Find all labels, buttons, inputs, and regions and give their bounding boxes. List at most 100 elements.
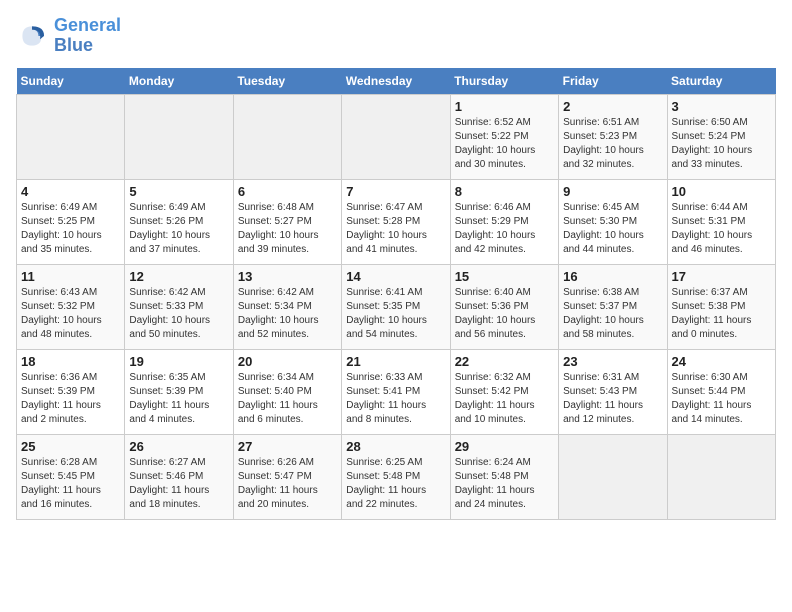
day-info: Sunrise: 6:48 AM Sunset: 5:27 PM Dayligh… (238, 201, 337, 257)
day-number: 6 (238, 184, 337, 199)
calendar-cell: 12 Sunrise: 6:42 AM Sunset: 5:33 PM Dayli… (125, 264, 233, 349)
calendar-week-row: 11 Sunrise: 6:43 AM Sunset: 5:32 PM Dayli… (17, 264, 776, 349)
day-of-week-header: Friday (559, 68, 667, 95)
day-info: Sunrise: 6:47 AM Sunset: 5:28 PM Dayligh… (346, 201, 445, 257)
day-info: Sunrise: 6:25 AM Sunset: 5:48 PM Dayligh… (346, 456, 445, 512)
calendar-cell (559, 434, 667, 519)
calendar-cell: 16Sunrise: 6:38 AM Sunset: 5:37 PM Dayli… (559, 264, 667, 349)
day-number: 14 (346, 269, 445, 284)
day-number: 18 (21, 354, 120, 369)
calendar-cell: 3 Sunrise: 6:50 AM Sunset: 5:24 PM Daylig… (667, 94, 775, 179)
calendar-cell (17, 94, 125, 179)
logo: General Blue (16, 16, 121, 56)
day-info: Sunrise: 6:51 AM Sunset: 5:23 PM Dayligh… (563, 116, 662, 172)
calendar-cell: 25 Sunrise: 6:28 AM Sunset: 5:45 PM Dayli… (17, 434, 125, 519)
calendar-cell: 26 Sunrise: 6:27 AM Sunset: 5:46 PM Dayli… (125, 434, 233, 519)
calendar-cell: 24 Sunrise: 6:30 AM Sunset: 5:44 PM Dayli… (667, 349, 775, 434)
day-info: Sunrise: 6:34 AM Sunset: 5:40 PM Dayligh… (238, 371, 337, 427)
calendar-cell: 7 Sunrise: 6:47 AM Sunset: 5:28 PM Daylig… (342, 179, 450, 264)
calendar-cell: 9 Sunrise: 6:45 AM Sunset: 5:30 PM Daylig… (559, 179, 667, 264)
day-info: Sunrise: 6:28 AM Sunset: 5:45 PM Dayligh… (21, 456, 120, 512)
calendar-cell (342, 94, 450, 179)
day-number: 8 (455, 184, 554, 199)
day-info: Sunrise: 6:46 AM Sunset: 5:29 PM Dayligh… (455, 201, 554, 257)
day-info: Sunrise: 6:26 AM Sunset: 5:47 PM Dayligh… (238, 456, 337, 512)
calendar-header-row: SundayMondayTuesdayWednesdayThursdayFrid… (17, 68, 776, 95)
calendar-cell: 17 Sunrise: 6:37 AM Sunset: 5:38 PM Dayli… (667, 264, 775, 349)
page-header: General Blue (16, 16, 776, 56)
calendar-cell: 27Sunrise: 6:26 AM Sunset: 5:47 PM Dayli… (233, 434, 341, 519)
day-info: Sunrise: 6:44 AM Sunset: 5:31 PM Dayligh… (672, 201, 771, 257)
day-number: 1 (455, 99, 554, 114)
calendar-cell: 28Sunrise: 6:25 AM Sunset: 5:48 PM Dayli… (342, 434, 450, 519)
day-info: Sunrise: 6:50 AM Sunset: 5:24 PM Dayligh… (672, 116, 771, 172)
day-of-week-header: Saturday (667, 68, 775, 95)
calendar-cell: 22 Sunrise: 6:32 AM Sunset: 5:42 PM Dayli… (450, 349, 558, 434)
logo-text: General Blue (54, 16, 121, 56)
calendar-cell: 13 Sunrise: 6:42 AM Sunset: 5:34 PM Dayli… (233, 264, 341, 349)
day-number: 22 (455, 354, 554, 369)
day-number: 29 (455, 439, 554, 454)
day-number: 17 (672, 269, 771, 284)
calendar-cell (667, 434, 775, 519)
calendar-table: SundayMondayTuesdayWednesdayThursdayFrid… (16, 68, 776, 520)
day-info: Sunrise: 6:27 AM Sunset: 5:46 PM Dayligh… (129, 456, 228, 512)
day-of-week-header: Wednesday (342, 68, 450, 95)
day-number: 26 (129, 439, 228, 454)
day-info: Sunrise: 6:30 AM Sunset: 5:44 PM Dayligh… (672, 371, 771, 427)
day-of-week-header: Monday (125, 68, 233, 95)
day-info: Sunrise: 6:43 AM Sunset: 5:32 PM Dayligh… (21, 286, 120, 342)
day-info: Sunrise: 6:42 AM Sunset: 5:34 PM Dayligh… (238, 286, 337, 342)
day-info: Sunrise: 6:41 AM Sunset: 5:35 PM Dayligh… (346, 286, 445, 342)
day-info: Sunrise: 6:37 AM Sunset: 5:38 PM Dayligh… (672, 286, 771, 342)
calendar-cell (233, 94, 341, 179)
calendar-cell (125, 94, 233, 179)
calendar-cell: 29 Sunrise: 6:24 AM Sunset: 5:48 PM Dayli… (450, 434, 558, 519)
day-info: Sunrise: 6:38 AM Sunset: 5:37 PM Dayligh… (563, 286, 662, 342)
calendar-week-row: 18 Sunrise: 6:36 AM Sunset: 5:39 PM Dayli… (17, 349, 776, 434)
calendar-cell: 23 Sunrise: 6:31 AM Sunset: 5:43 PM Dayli… (559, 349, 667, 434)
day-number: 19 (129, 354, 228, 369)
calendar-cell: 15Sunrise: 6:40 AM Sunset: 5:36 PM Dayli… (450, 264, 558, 349)
calendar-week-row: 1Sunrise: 6:52 AM Sunset: 5:22 PM Daylig… (17, 94, 776, 179)
day-number: 21 (346, 354, 445, 369)
day-number: 3 (672, 99, 771, 114)
day-number: 23 (563, 354, 662, 369)
day-number: 12 (129, 269, 228, 284)
calendar-week-row: 25 Sunrise: 6:28 AM Sunset: 5:45 PM Dayli… (17, 434, 776, 519)
day-info: Sunrise: 6:32 AM Sunset: 5:42 PM Dayligh… (455, 371, 554, 427)
day-number: 9 (563, 184, 662, 199)
day-number: 25 (21, 439, 120, 454)
day-number: 2 (563, 99, 662, 114)
day-info: Sunrise: 6:40 AM Sunset: 5:36 PM Dayligh… (455, 286, 554, 342)
day-info: Sunrise: 6:49 AM Sunset: 5:25 PM Dayligh… (21, 201, 120, 257)
day-number: 13 (238, 269, 337, 284)
day-number: 5 (129, 184, 228, 199)
calendar-cell: 19 Sunrise: 6:35 AM Sunset: 5:39 PM Dayli… (125, 349, 233, 434)
day-info: Sunrise: 6:33 AM Sunset: 5:41 PM Dayligh… (346, 371, 445, 427)
day-info: Sunrise: 6:42 AM Sunset: 5:33 PM Dayligh… (129, 286, 228, 342)
calendar-cell: 10 Sunrise: 6:44 AM Sunset: 5:31 PM Dayli… (667, 179, 775, 264)
day-number: 20 (238, 354, 337, 369)
day-of-week-header: Thursday (450, 68, 558, 95)
day-number: 11 (21, 269, 120, 284)
day-number: 10 (672, 184, 771, 199)
calendar-cell: 20 Sunrise: 6:34 AM Sunset: 5:40 PM Dayli… (233, 349, 341, 434)
day-info: Sunrise: 6:31 AM Sunset: 5:43 PM Dayligh… (563, 371, 662, 427)
calendar-cell: 1Sunrise: 6:52 AM Sunset: 5:22 PM Daylig… (450, 94, 558, 179)
calendar-cell: 4 Sunrise: 6:49 AM Sunset: 5:25 PM Daylig… (17, 179, 125, 264)
day-info: Sunrise: 6:35 AM Sunset: 5:39 PM Dayligh… (129, 371, 228, 427)
logo-icon (16, 20, 48, 52)
calendar-cell: 2 Sunrise: 6:51 AM Sunset: 5:23 PM Daylig… (559, 94, 667, 179)
day-info: Sunrise: 6:24 AM Sunset: 5:48 PM Dayligh… (455, 456, 554, 512)
calendar-cell: 8 Sunrise: 6:46 AM Sunset: 5:29 PM Daylig… (450, 179, 558, 264)
day-info: Sunrise: 6:36 AM Sunset: 5:39 PM Dayligh… (21, 371, 120, 427)
calendar-cell: 21 Sunrise: 6:33 AM Sunset: 5:41 PM Dayli… (342, 349, 450, 434)
day-number: 24 (672, 354, 771, 369)
day-info: Sunrise: 6:45 AM Sunset: 5:30 PM Dayligh… (563, 201, 662, 257)
day-number: 4 (21, 184, 120, 199)
day-number: 7 (346, 184, 445, 199)
calendar-cell: 11 Sunrise: 6:43 AM Sunset: 5:32 PM Dayli… (17, 264, 125, 349)
calendar-cell: 14 Sunrise: 6:41 AM Sunset: 5:35 PM Dayli… (342, 264, 450, 349)
day-info: Sunrise: 6:49 AM Sunset: 5:26 PM Dayligh… (129, 201, 228, 257)
